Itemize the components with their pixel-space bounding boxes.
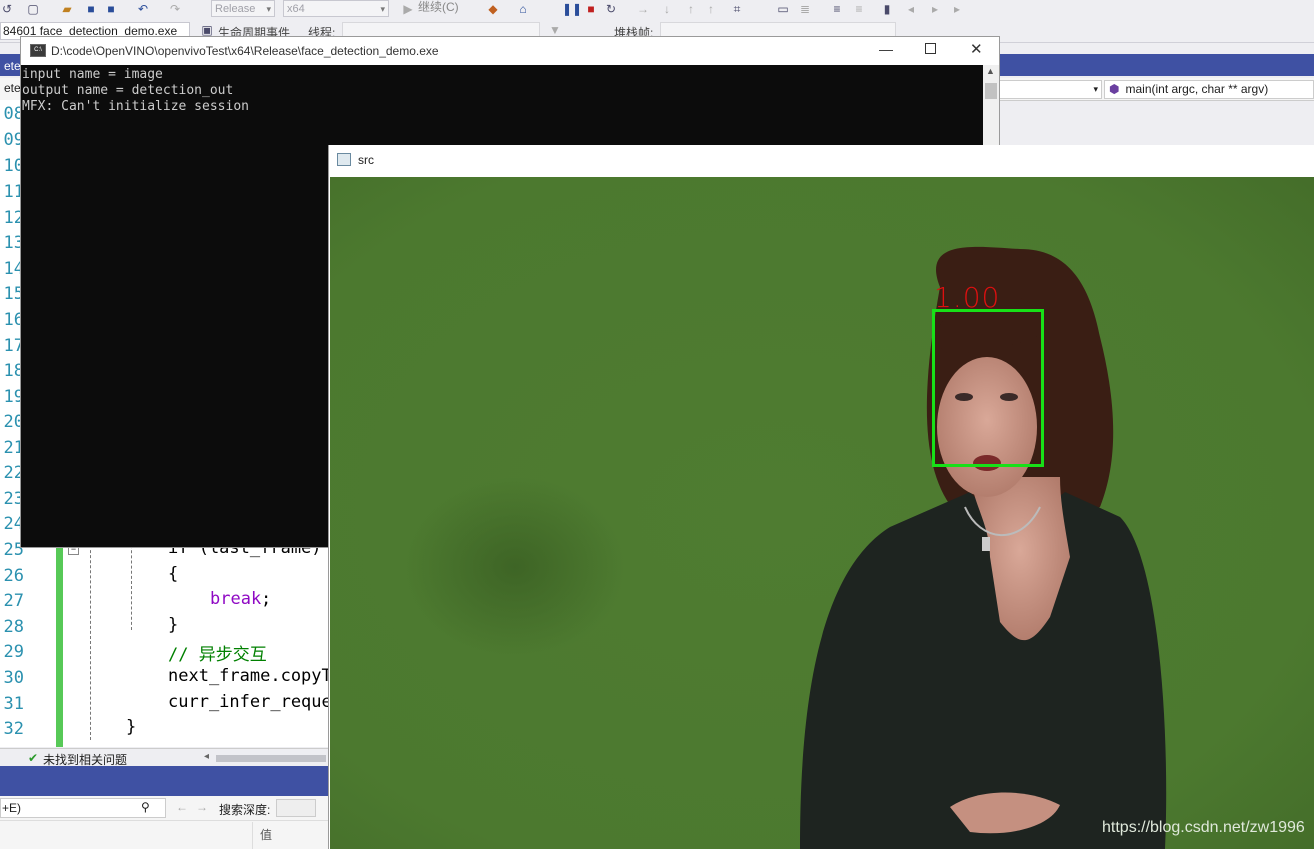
platform-combo-value: x64 bbox=[287, 3, 305, 15]
change-margin bbox=[56, 540, 63, 747]
image-window-titlebar[interactable]: src bbox=[329, 145, 1314, 175]
scrollbar-thumb[interactable] bbox=[985, 83, 997, 99]
lifecycle-icon: ▣ bbox=[201, 23, 213, 37]
scope-combo-value: ete bbox=[4, 81, 21, 95]
video-frame: 1.00 https://blog.csdn.net/zw1996 bbox=[330, 177, 1314, 849]
code-line: next_frame.copyT bbox=[168, 666, 332, 686]
scroll-up-icon[interactable]: ▲ bbox=[986, 66, 995, 76]
watermark: https://blog.csdn.net/zw1996 bbox=[1102, 819, 1305, 836]
step-into-icon[interactable]: → bbox=[636, 2, 650, 16]
method-icon: ⬢ bbox=[1109, 82, 1120, 96]
bookmark-icon[interactable]: ▮ bbox=[880, 2, 894, 16]
line-number: 31 bbox=[3, 694, 24, 714]
scope-combo[interactable]: ete bbox=[0, 80, 22, 99]
config-combo-value: Release bbox=[215, 3, 256, 15]
uncomment-icon[interactable]: ≡ bbox=[852, 2, 866, 16]
line-number: 29 bbox=[3, 642, 24, 662]
image-window-icon bbox=[337, 153, 351, 166]
search-input-hint: +E) bbox=[2, 801, 22, 815]
pause-icon[interactable]: ❚❚ bbox=[562, 2, 582, 16]
comment-icon[interactable]: ≡ bbox=[830, 2, 844, 16]
bottom-panel-header bbox=[0, 766, 330, 796]
platform-combo[interactable]: x64 ▾ bbox=[283, 0, 389, 17]
detection-score-label: 1.00 bbox=[934, 281, 1001, 314]
next-bookmark-icon[interactable]: ▸ bbox=[928, 2, 942, 16]
divider bbox=[0, 820, 330, 821]
stop-icon[interactable]: ■ bbox=[584, 2, 598, 16]
scroll-left-icon[interactable]: ◂ bbox=[204, 751, 209, 762]
face-bounding-box bbox=[932, 309, 1044, 467]
continue-icon[interactable]: ▶ bbox=[401, 2, 415, 16]
code-comment: // 异步交互 bbox=[168, 645, 267, 665]
breakpoint-toggle-icon[interactable]: ⌗ bbox=[730, 2, 744, 16]
check-icon: ✔ bbox=[28, 751, 39, 765]
close-icon[interactable]: ✕ bbox=[970, 40, 983, 58]
search-back-icon[interactable]: ← bbox=[176, 800, 188, 814]
console-app-icon: C:\ bbox=[30, 44, 46, 57]
config-combo[interactable]: Release ▾ bbox=[211, 0, 275, 17]
line-number: 32 bbox=[3, 719, 24, 739]
minimize-icon[interactable]: — bbox=[879, 41, 893, 57]
search-depth-combo[interactable] bbox=[276, 799, 316, 817]
vs-toolbar: ↺ ▢ ▰ ■ ■ ↶ ↷ Release ▾ x64 ▾ ▶ 继续(C) ◆ ⌂ … bbox=[0, 0, 1314, 21]
step-back-icon[interactable]: ↑ bbox=[704, 2, 718, 16]
save-icon[interactable]: ■ bbox=[84, 2, 98, 16]
window-icon[interactable]: ▭ bbox=[776, 2, 790, 16]
search-depth-label: 搜索深度: bbox=[219, 803, 271, 817]
step-out-icon[interactable]: ↑ bbox=[684, 2, 698, 16]
maximize-icon[interactable] bbox=[925, 43, 936, 54]
code-line: { bbox=[168, 564, 179, 584]
chevron-down-icon: ▾ bbox=[1093, 84, 1098, 94]
member-combo[interactable]: ▾ bbox=[998, 80, 1102, 99]
image-window[interactable]: src 1.00 https://blog.csdn.net/zw1996 bbox=[328, 145, 1314, 849]
new-item-icon[interactable]: ▢ bbox=[26, 2, 40, 16]
code-line: } bbox=[126, 717, 137, 737]
line-number: 28 bbox=[3, 617, 24, 637]
divider bbox=[252, 822, 253, 849]
watch-panel: +E) ⚲ ← → 搜索深度: 值 bbox=[0, 796, 330, 849]
open-folder-icon[interactable]: ▰ bbox=[60, 2, 74, 16]
redo-icon[interactable]: ↷ bbox=[168, 2, 182, 16]
image-window-title: src bbox=[358, 153, 374, 167]
line-number: 26 bbox=[3, 566, 24, 586]
indent-guide bbox=[90, 540, 91, 740]
console-titlebar[interactable]: C:\ D:\code\OpenVINO\openvivoTest\x64\Re… bbox=[21, 37, 999, 65]
code-keyword: break bbox=[210, 589, 262, 609]
code-line: ; bbox=[261, 589, 272, 609]
undo-icon[interactable]: ↶ bbox=[136, 2, 150, 16]
search-icon[interactable]: ⚲ bbox=[141, 800, 150, 814]
filter-icon[interactable]: ▼ bbox=[548, 23, 562, 37]
attach-icon[interactable]: ◆ bbox=[486, 2, 500, 16]
list-icon[interactable]: ≣ bbox=[798, 2, 812, 16]
function-combo[interactable]: ⬢ main(int argc, char ** argv) bbox=[1104, 80, 1314, 99]
code-line: } bbox=[168, 615, 179, 635]
line-number: 27 bbox=[3, 591, 24, 611]
console-line: output name = detection_out bbox=[22, 83, 234, 98]
back-icon[interactable]: ↺ bbox=[0, 2, 14, 16]
save-all-icon[interactable]: ■ bbox=[104, 2, 118, 16]
console-line: MFX: Can't initialize session bbox=[22, 99, 249, 114]
console-title: D:\code\OpenVINO\openvivoTest\x64\Releas… bbox=[51, 44, 439, 58]
code-line: curr_infer_reque bbox=[168, 692, 332, 712]
function-combo-value: main(int argc, char ** argv) bbox=[1125, 82, 1269, 96]
search-forward-icon[interactable]: → bbox=[196, 800, 208, 814]
step-over-icon[interactable]: ↓ bbox=[660, 2, 674, 16]
video-frame-image bbox=[330, 177, 1314, 849]
editor-status-row: ✔ 未找到相关问题 ◂ bbox=[0, 748, 330, 767]
horizontal-scrollbar[interactable] bbox=[216, 755, 326, 762]
search-input[interactable]: +E) ⚲ bbox=[0, 798, 166, 818]
line-number: 30 bbox=[3, 668, 24, 688]
continue-button[interactable]: 继续(C) bbox=[418, 0, 459, 15]
restart-icon[interactable]: ↻ bbox=[604, 2, 618, 16]
clear-bookmarks-icon[interactable]: ▸ bbox=[950, 2, 964, 16]
indent-guide bbox=[131, 540, 132, 630]
home-icon[interactable]: ⌂ bbox=[516, 2, 530, 16]
value-column-header: 值 bbox=[260, 828, 273, 842]
prev-bookmark-icon[interactable]: ◂ bbox=[904, 2, 918, 16]
console-line: input name = image bbox=[22, 67, 163, 82]
